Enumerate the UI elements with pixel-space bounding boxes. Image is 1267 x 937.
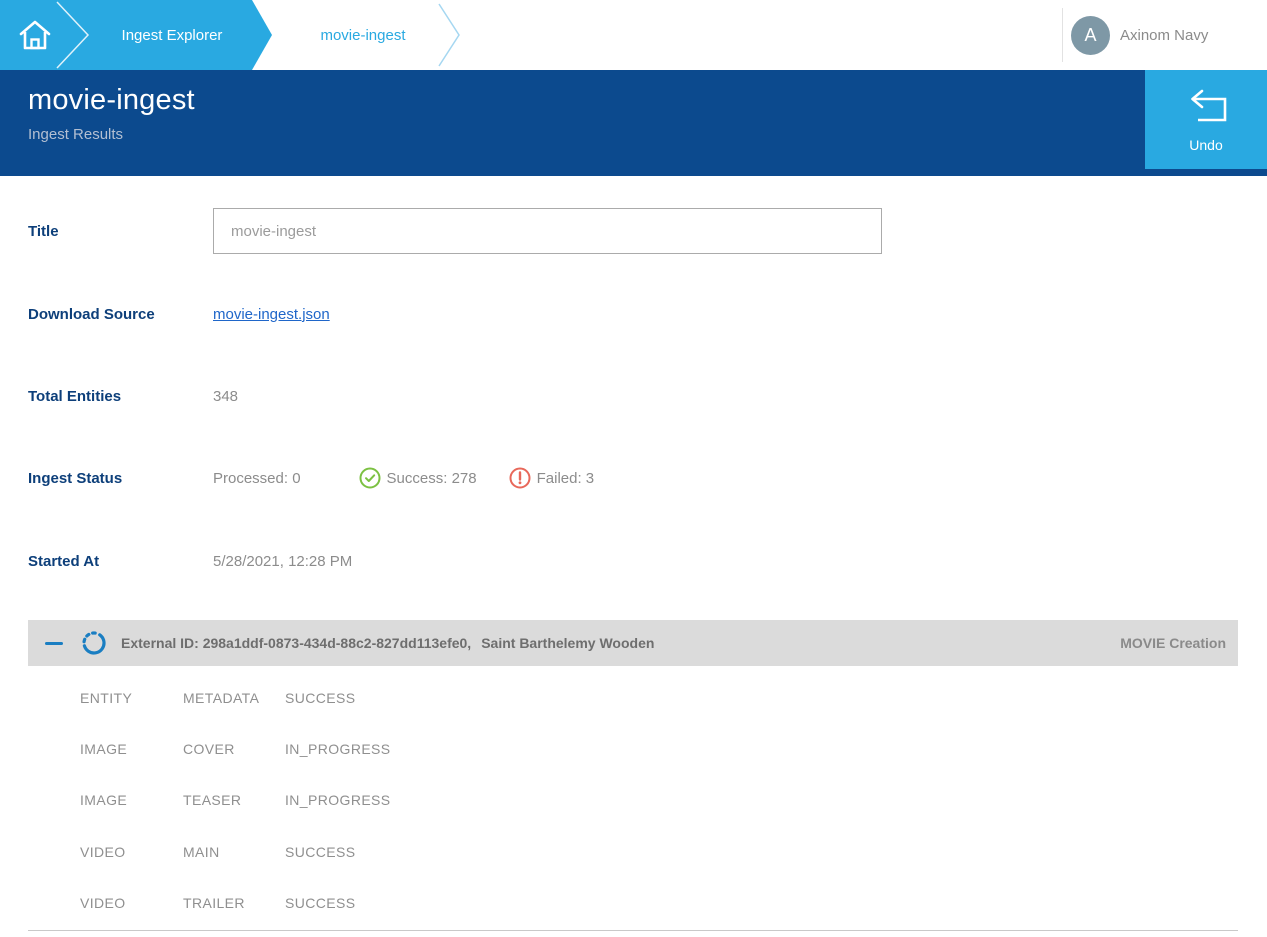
detail-entity: IMAGE: [80, 792, 128, 808]
ingest-item-header[interactable]: External ID: 298a1ddf-0873-434d-88c2-827…: [28, 620, 1238, 666]
field-row-started-at: Started At 5/28/2021, 12:28 PM: [28, 549, 352, 573]
download-source-link[interactable]: movie-ingest.json: [213, 306, 330, 323]
detail-status: IN_PROGRESS: [285, 792, 391, 808]
detail-sub-type: TEASER: [183, 792, 242, 808]
ingest-results-panel: Title Download Source movie-ingest.json …: [0, 176, 1267, 937]
check-circle-icon: [359, 467, 381, 489]
topbar-divider: [1062, 8, 1063, 62]
page-title: movie-ingest: [28, 84, 195, 116]
breadcrumb-bar: Ingest Explorer movie-ingest A Axinom Na…: [0, 0, 1267, 70]
field-row-total-entities: Total Entities 348: [28, 384, 238, 408]
field-label-ingest-status: Ingest Status: [28, 469, 123, 487]
detail-entity: VIDEO: [80, 844, 126, 860]
field-label-title: Title: [28, 222, 59, 240]
detail-status: SUCCESS: [285, 895, 356, 911]
status-failed: Failed: 3: [509, 467, 595, 489]
page-subtitle: Ingest Results: [28, 126, 124, 143]
breadcrumb-chevron-icon: [438, 3, 460, 67]
ingest-item-title: Saint Barthelemy Wooden: [481, 635, 655, 651]
undo-arrow-icon: [1191, 89, 1227, 121]
detail-status: SUCCESS: [285, 844, 356, 860]
detail-entity: ENTITY: [80, 690, 133, 706]
ingest-status-group: Processed: 0 Success: 278 Failed: 3: [213, 467, 594, 489]
user-name: Axinom Navy: [1120, 26, 1209, 44]
field-row-ingest-status: Ingest Status Processed: 0 Success: 278: [28, 466, 594, 490]
error-circle-icon: [509, 467, 531, 489]
minus-icon: [45, 641, 63, 645]
detail-entity: IMAGE: [80, 741, 128, 757]
detail-sub-type: TRAILER: [183, 895, 245, 911]
detail-row: IMAGE TEASER IN_PROGRESS: [80, 792, 391, 808]
detail-row: VIDEO TRAILER SUCCESS: [80, 895, 355, 911]
status-success-label: Success: 278: [386, 469, 477, 487]
status-failed-label: Failed: 3: [536, 469, 595, 487]
spinner-icon: [81, 630, 107, 656]
detail-row: ENTITY METADATA SUCCESS: [80, 690, 355, 706]
detail-entity: VIDEO: [80, 895, 126, 911]
breadcrumb-item-movie-ingest[interactable]: movie-ingest: [288, 0, 438, 70]
status-success: Success: 278: [359, 467, 477, 489]
breadcrumb-item-ingest-explorer[interactable]: Ingest Explorer: [92, 0, 252, 70]
field-row-title: Title: [28, 208, 882, 254]
bottom-divider: [28, 930, 1238, 931]
detail-sub-type: METADATA: [183, 690, 260, 706]
detail-status: IN_PROGRESS: [285, 741, 391, 757]
undo-button[interactable]: Undo: [1145, 70, 1267, 169]
page-header: movie-ingest Ingest Results Undo: [0, 70, 1267, 176]
total-entities-value: 348: [213, 387, 239, 405]
title-input[interactable]: [213, 208, 882, 254]
field-row-download-source: Download Source movie-ingest.json: [28, 302, 330, 326]
collapse-button[interactable]: [45, 633, 65, 653]
user-menu[interactable]: A Axinom Navy: [1071, 0, 1208, 70]
avatar: A: [1071, 15, 1110, 55]
field-label-started-at: Started At: [28, 552, 100, 570]
started-at-value: 5/28/2021, 12:28 PM: [213, 552, 353, 570]
detail-row: IMAGE COVER IN_PROGRESS: [80, 741, 391, 757]
status-processed: Processed: 0: [213, 469, 301, 487]
field-label-download-source: Download Source: [28, 305, 155, 323]
detail-status: SUCCESS: [285, 690, 356, 706]
detail-sub-type: MAIN: [183, 844, 220, 860]
detail-row: VIDEO MAIN SUCCESS: [80, 844, 355, 860]
home-icon: [19, 20, 51, 50]
detail-sub-type: COVER: [183, 741, 235, 757]
home-button[interactable]: [14, 14, 56, 56]
external-id-text: External ID: 298a1ddf-0873-434d-88c2-827…: [121, 635, 472, 651]
field-label-total-entities: Total Entities: [28, 387, 122, 405]
undo-button-label: Undo: [1189, 136, 1223, 153]
ingest-item-type-badge: MOVIE Creation: [1120, 635, 1226, 651]
